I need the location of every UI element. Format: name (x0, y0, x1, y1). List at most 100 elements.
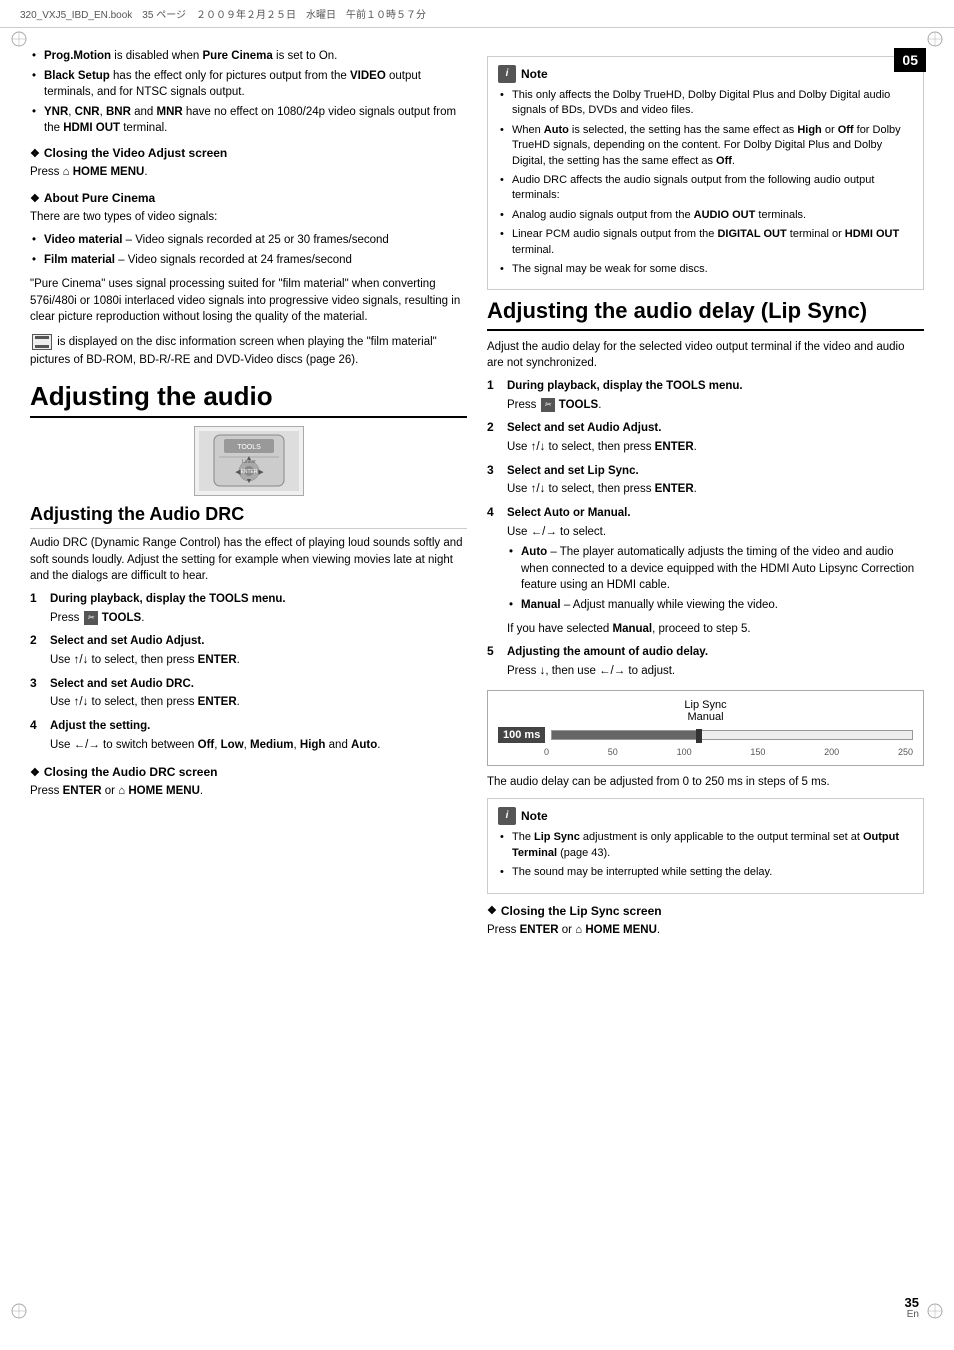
closing-audio-drc-section: Closing the Audio DRC screen Press ENTER… (30, 765, 467, 800)
closing-lip-sync-heading: Closing the Lip Sync screen (487, 904, 924, 918)
header-text: 320_VXJ5_IBD_EN.book 35 ページ ２００９年２月２５日 水… (20, 10, 426, 21)
ls-auto-bullet: Auto – The player automatically adjusts … (507, 544, 924, 592)
svg-text:TOOLS: TOOLS (237, 444, 261, 451)
bottom-note-box: i Note The Lip Sync adjustment is only a… (487, 798, 924, 893)
adjusting-audio-heading: Adjusting the audio (30, 381, 467, 418)
right-column: i Note This only affects the Dolby TrueH… (487, 48, 924, 948)
slider-title: Lip Sync Manual (498, 699, 913, 723)
pure-cinema-desc: "Pure Cinema" uses signal processing sui… (30, 276, 467, 326)
slider-thumb (696, 729, 702, 743)
bullet-ynr: YNR, CNR, BNR and MNR have no effect on … (30, 104, 467, 136)
closing-lip-sync-section: Closing the Lip Sync screen Press ENTER … (487, 904, 924, 939)
note-item-2: When Auto is selected, the setting has t… (498, 123, 913, 169)
closing-lip-sync-text: Press ENTER or ⌂ HOME MENU. (487, 922, 924, 939)
step2-detail: Use ↑/↓ to select, then press ENTER. (50, 652, 467, 669)
note-item-3: Audio DRC affects the audio signals outp… (498, 173, 913, 204)
closing-video-adjust-text: Press ⌂ HOME MENU. (30, 164, 467, 181)
pure-cinema-intro: There are two types of video signals: (30, 209, 467, 226)
step4-title: Adjust the setting. (50, 718, 467, 735)
lip-sync-step-4: 4 Select Auto or Manual. Use ←/→ to sele… (487, 505, 924, 639)
bullet-black-setup: Black Setup has the effect only for pict… (30, 68, 467, 100)
tools-icon: ✂ (84, 611, 98, 625)
step3-title: Select and set Audio DRC. (50, 676, 467, 693)
top-note-list: This only affects the Dolby TrueHD, Dolb… (498, 88, 913, 204)
ls-step4-title: Select Auto or Manual. (507, 505, 924, 522)
bottom-note-list: The Lip Sync adjustment is only applicab… (498, 830, 913, 880)
pure-cinema-bullets: Video material – Video signals recorded … (30, 232, 467, 268)
corner-mark-bl (10, 1302, 28, 1320)
ls-manual-bullet: Manual – Adjust manually while viewing t… (507, 597, 924, 613)
home-icon-2: ⌂ (118, 785, 125, 797)
bullet-video-material: Video material – Video signals recorded … (30, 232, 467, 248)
tools-icon-ls: ✂ (541, 398, 555, 412)
note-icon-bottom: i (498, 807, 516, 825)
ls-step2-detail: Use ↑/↓ to select, then press ENTER. (507, 439, 924, 456)
bottom-note-item-1: The Lip Sync adjustment is only applicab… (498, 830, 913, 861)
left-column: Prog.Motion is disabled when Pure Cinema… (30, 48, 467, 948)
remote-image-inner: TOOLS ▲ ▼ ◀ ▶ ENTER Linear (199, 431, 299, 491)
ls-manual-note: If you have selected Manual, proceed to … (507, 621, 924, 638)
dash-item-2: Linear PCM audio signals output from the… (498, 227, 913, 258)
step3-detail: Use ↑/↓ to select, then press ENTER. (50, 694, 467, 711)
step4-detail: Use ←/→ to switch between Off, Low, Medi… (50, 737, 467, 754)
note-item-1: This only affects the Dolby TrueHD, Dolb… (498, 88, 913, 119)
dash-item-1: Analog audio signals output from the AUD… (498, 208, 913, 223)
remote-image: TOOLS ▲ ▼ ◀ ▶ ENTER Linear (194, 426, 304, 496)
slider-track[interactable] (551, 730, 913, 740)
audio-drc-step-1: 1 During playback, display the TOOLS men… (30, 591, 467, 628)
bottom-note-item-2: The sound may be interrupted while setti… (498, 865, 913, 880)
header-strip: 320_VXJ5_IBD_EN.book 35 ページ ２００９年２月２５日 水… (0, 0, 954, 28)
note-icon-top: i (498, 65, 516, 83)
audio-drc-step-3: 3 Select and set Audio DRC. Use ↑/↓ to s… (30, 676, 467, 713)
closing-audio-drc-text: Press ENTER or ⌂ HOME MENU. (30, 783, 467, 800)
lip-sync-major-heading: Adjusting the audio delay (Lip Sync) (487, 298, 924, 330)
closing-video-adjust-heading: Closing the Video Adjust screen (30, 146, 467, 160)
ls-step3-detail: Use ↑/↓ to select, then press ENTER. (507, 481, 924, 498)
step2-title: Select and set Audio Adjust. (50, 633, 467, 650)
bottom-note-title: i Note (498, 807, 913, 825)
svg-text:Linear: Linear (242, 459, 256, 465)
lip-sync-slider: Lip Sync Manual 100 ms 0 50 100 150 200 (487, 690, 924, 766)
lip-sync-step-2: 2 Select and set Audio Adjust. Use ↑/↓ t… (487, 420, 924, 457)
ls-step4-detail: Use ←/→ to select. (507, 524, 924, 541)
lip-sync-step-3: 3 Select and set Lip Sync. Use ↑/↓ to se… (487, 463, 924, 500)
lip-sync-step-5: 5 Adjusting the amount of audio delay. P… (487, 644, 924, 681)
audio-drc-desc: Audio DRC (Dynamic Range Control) has th… (30, 535, 467, 585)
audio-drc-heading: Adjusting the Audio DRC (30, 504, 467, 529)
corner-mark-br (926, 1302, 944, 1320)
top-note-title: i Note (498, 65, 913, 83)
ls-step5-detail: Press ↓, then use ←/→ to adjust. (507, 663, 924, 680)
svg-text:▶: ▶ (258, 469, 264, 476)
page-number: 35 (905, 1295, 919, 1310)
page-wrapper: 320_VXJ5_IBD_EN.book 35 ページ ２００９年２月２５日 水… (0, 0, 954, 1350)
closing-audio-drc-heading: Closing the Audio DRC screen (30, 765, 467, 779)
chapter-badge: 05 (894, 48, 926, 72)
ls-step2-title: Select and set Audio Adjust. (507, 420, 924, 437)
ls-step1-detail: Press ✂ TOOLS. (507, 397, 924, 414)
closing-video-adjust-section: Closing the Video Adjust screen Press ⌂ … (30, 146, 467, 181)
filmstrip-note: is displayed on the disc information scr… (30, 332, 467, 369)
slider-ticks: 0 50 100 150 200 250 (544, 747, 913, 757)
home-icon-3: ⌂ (575, 924, 582, 936)
corner-mark-tl (10, 30, 28, 48)
filmstrip-icon (32, 334, 52, 350)
slider-row: 100 ms (498, 727, 913, 743)
ls-step4-bullets: Auto – The player automatically adjusts … (507, 544, 924, 612)
bullet-film-material: Film material – Video signals recorded a… (30, 252, 467, 268)
note-item-4: The signal may be weak for some discs. (498, 262, 913, 277)
intro-bullets: Prog.Motion is disabled when Pure Cinema… (30, 48, 467, 136)
slider-fill (552, 731, 696, 739)
about-pure-cinema-heading: About Pure Cinema (30, 191, 467, 205)
bullet-prog-motion: Prog.Motion is disabled when Pure Cinema… (30, 48, 467, 64)
audio-drc-step-2: 2 Select and set Audio Adjust. Use ↑/↓ t… (30, 633, 467, 670)
top-note-list-2: The signal may be weak for some discs. (498, 262, 913, 277)
step1-title: During playback, display the TOOLS menu. (50, 591, 467, 608)
top-note-box: i Note This only affects the Dolby TrueH… (487, 56, 924, 290)
step1-detail: Press ✂ TOOLS. (50, 610, 467, 627)
ls-step3-title: Select and set Lip Sync. (507, 463, 924, 480)
ls-step5-title: Adjusting the amount of audio delay. (507, 644, 924, 661)
home-icon: ⌂ (63, 166, 70, 178)
slider-label: 100 ms (498, 727, 545, 743)
ls-step1-title: During playback, display the TOOLS menu. (507, 378, 924, 395)
svg-text:ENTER: ENTER (240, 469, 257, 475)
